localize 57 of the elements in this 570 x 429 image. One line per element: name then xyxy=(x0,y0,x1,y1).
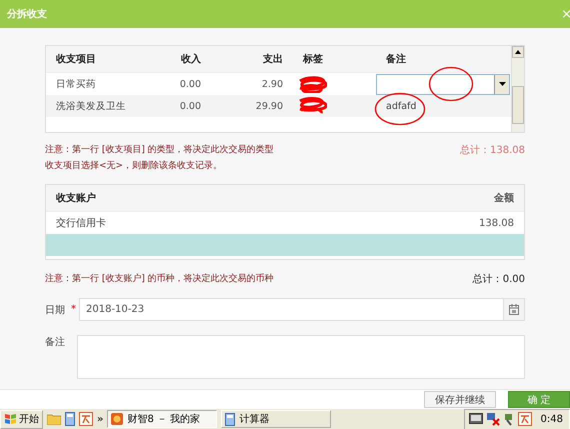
table-cell-text: 0.00 xyxy=(178,78,202,90)
table-cell-text: 洗浴美发及卫生 xyxy=(55,100,127,112)
date-field[interactable]: 2018-10-23 xyxy=(79,298,525,321)
calendar-button[interactable] xyxy=(503,299,524,320)
date-label: 日期 xyxy=(45,304,66,316)
taskbar-button[interactable]: 计算器 xyxy=(221,410,332,428)
required-mark: * xyxy=(71,304,76,315)
column-header: 收支账户 xyxy=(55,191,97,205)
start-button[interactable]: 开始 xyxy=(0,410,43,428)
column-header: 备注 xyxy=(385,52,407,66)
circle-drawing xyxy=(374,92,426,126)
clock-text: 0:48 xyxy=(540,414,563,424)
total-text: 总计：138.08 xyxy=(460,144,525,157)
total-text: 总计：0.00 xyxy=(472,272,525,286)
scrollbar[interactable] xyxy=(511,46,524,132)
note-text: 注意：第一行 [收支项目] 的类型，将决定此次交易的类型 xyxy=(45,144,274,156)
folder-icon[interactable] xyxy=(47,413,61,425)
table-cell-text: 29.90 xyxy=(254,100,284,112)
table-cell-text: 0.00 xyxy=(178,100,202,112)
column-header: 支出 xyxy=(262,52,284,66)
dialog-button[interactable]: 保存并继续 xyxy=(424,391,496,408)
calculator-icon[interactable] xyxy=(65,412,75,426)
window-title: 分拆收支 xyxy=(7,8,47,21)
scroll-thumb[interactable] xyxy=(512,86,524,124)
column-header: 标签 xyxy=(302,52,324,66)
network-error-icon[interactable] xyxy=(486,412,500,426)
scribble-drawing xyxy=(297,97,327,115)
memo-dropdown[interactable] xyxy=(376,74,510,94)
scribble-drawing xyxy=(297,75,327,93)
column-header: 金额 xyxy=(493,191,515,205)
calendar-icon xyxy=(509,304,519,315)
more-button[interactable]: » xyxy=(97,414,104,424)
table-cell-text: 138.08 xyxy=(478,218,515,228)
monitor-icon[interactable] xyxy=(468,413,483,425)
note-text: 注意：第一行 [收支账户] 的币种，将决定此次交易的币种 xyxy=(45,272,274,285)
windows-logo-icon xyxy=(4,413,17,425)
scroll-up-button[interactable] xyxy=(512,46,524,58)
table-cell-text: 交行信用卡 xyxy=(55,216,107,230)
column-header: 收入 xyxy=(180,52,202,66)
taskbar-button[interactable]: 财智8 － 我的家 xyxy=(107,410,218,428)
app-icon[interactable] xyxy=(518,412,532,426)
caret-icon xyxy=(498,82,506,86)
memo-label: 备注 xyxy=(45,336,66,349)
coin-icon xyxy=(111,413,124,425)
circle-drawing xyxy=(428,66,474,102)
dropdown-button[interactable] xyxy=(494,74,509,94)
up-arrow-icon xyxy=(515,50,521,54)
table-cell-text: 2.90 xyxy=(260,78,284,90)
table-cell-text: 日常买药 xyxy=(55,78,97,90)
device-icon[interactable] xyxy=(502,412,515,426)
table-cell-text: adfafd xyxy=(385,100,418,112)
memo-field[interactable] xyxy=(77,335,525,379)
column-header: 收支项目 xyxy=(55,52,97,66)
calculator-icon xyxy=(225,412,236,426)
note-text: 收支项目选择<无>，则删除该条收支记录。 xyxy=(45,160,224,172)
table-row[interactable]: 交行信用卡 138.08 xyxy=(46,212,524,234)
app-icon[interactable] xyxy=(79,412,93,426)
